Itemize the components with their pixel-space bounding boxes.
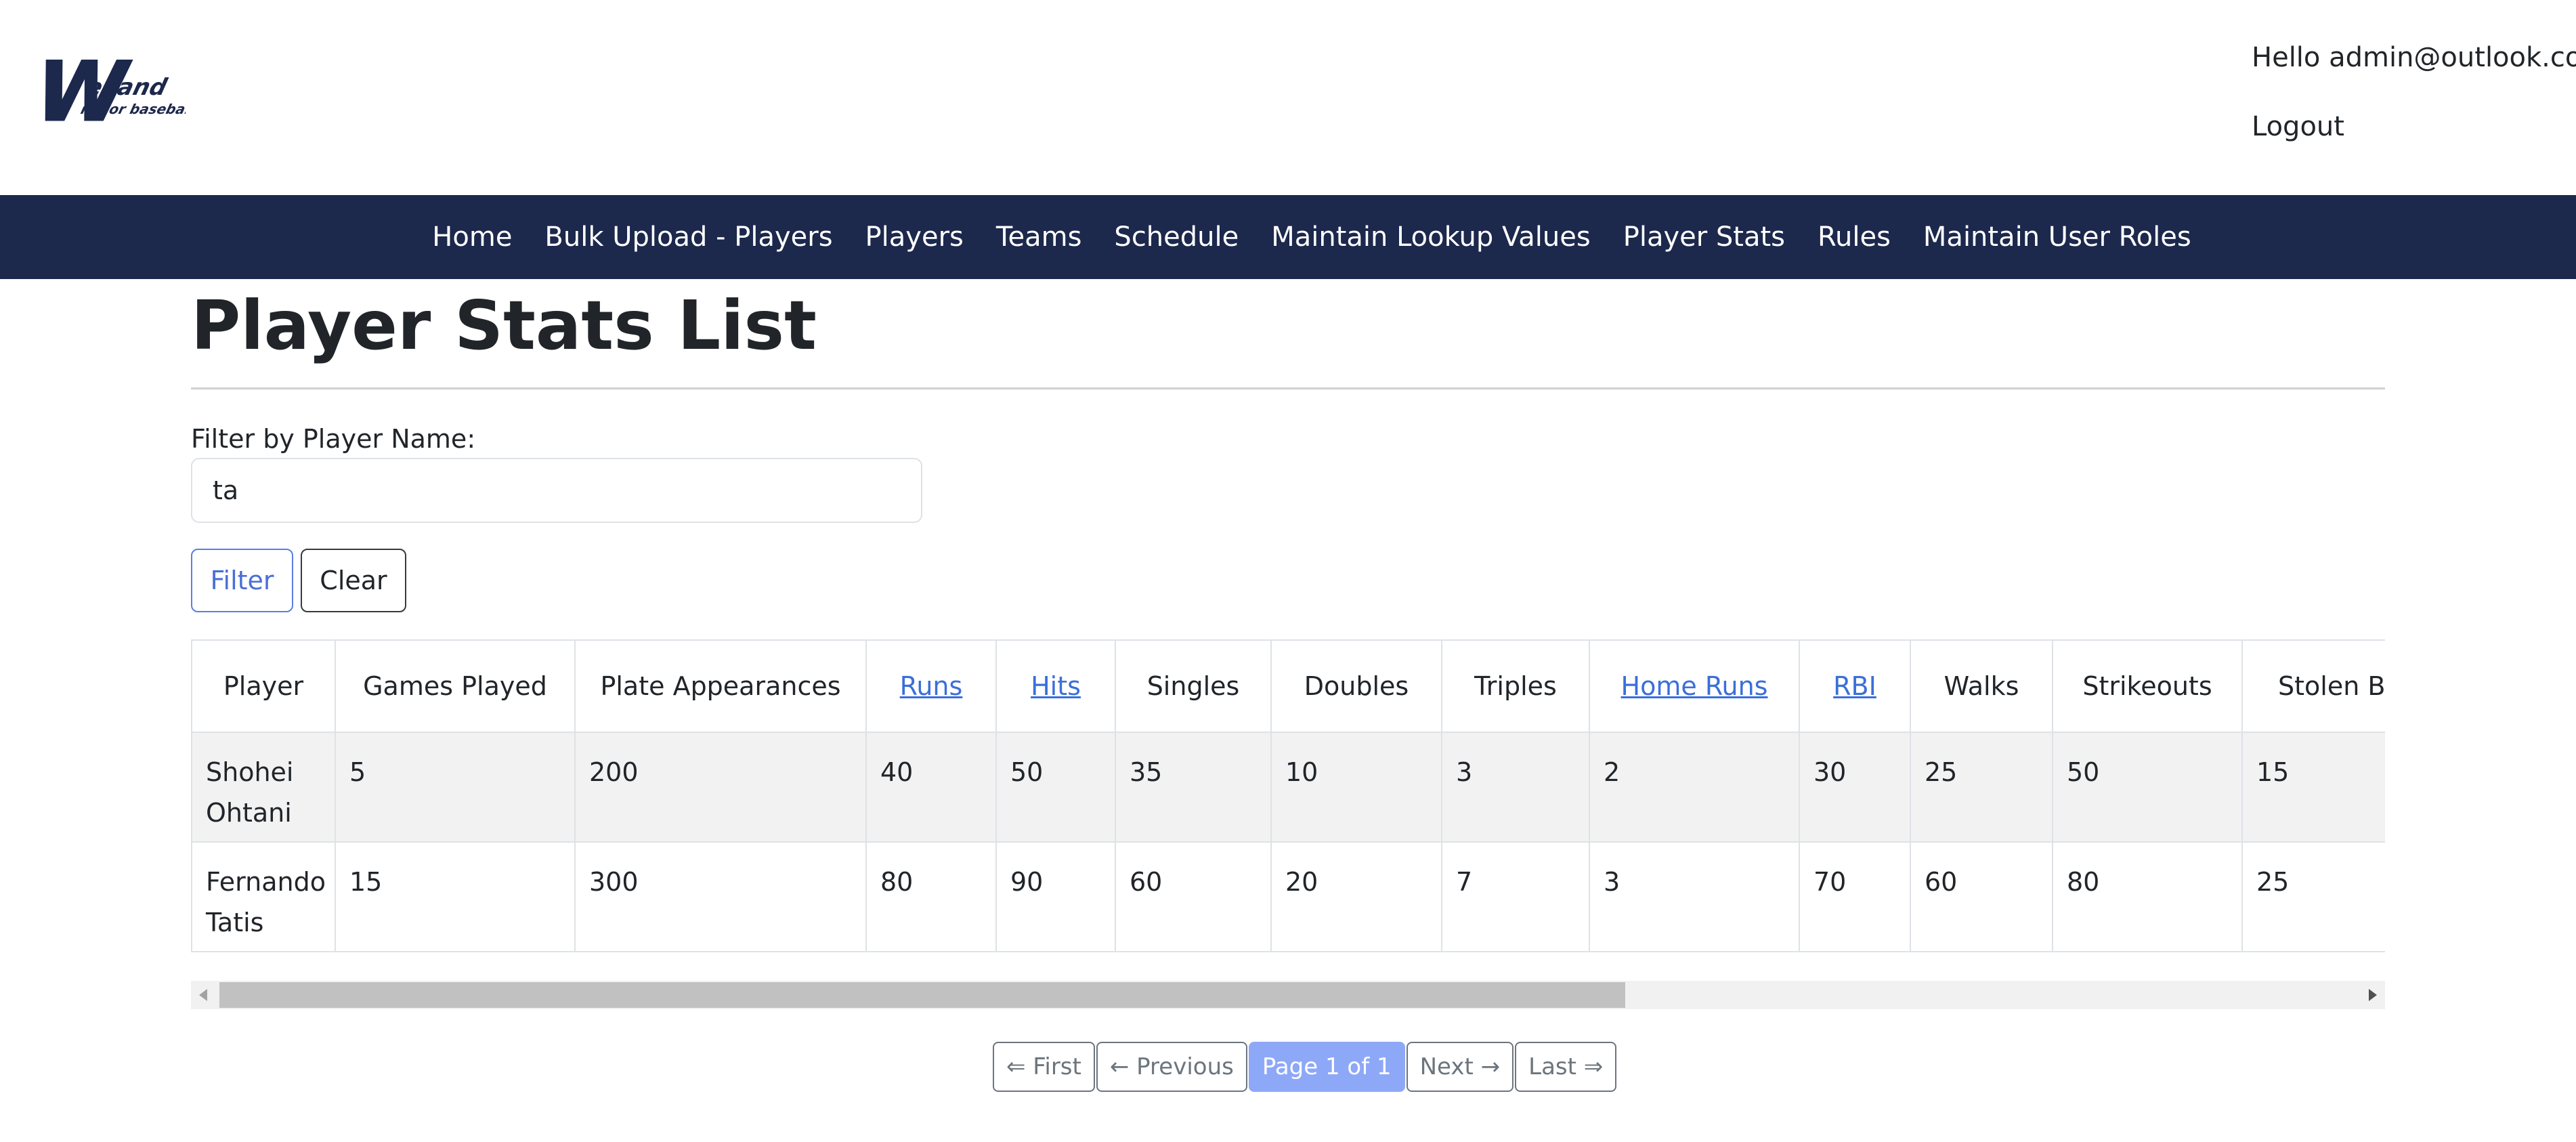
- cell-games-played: 5: [335, 732, 576, 843]
- scroll-left-arrow-icon[interactable]: [199, 989, 207, 1001]
- cell-strikeouts: 50: [2052, 732, 2243, 843]
- column-header-doubles: Doubles: [1270, 639, 1442, 733]
- user-greeting: Hello admin@outlook.com!: [2252, 42, 2576, 73]
- cell-triples: 3: [1441, 732, 1590, 843]
- stats-table-container: Player Games Played Plate Appearances Ru…: [191, 639, 2385, 952]
- player-name-filter-input[interactable]: [191, 458, 922, 523]
- cell-rbi: 30: [1799, 732, 1911, 843]
- column-header-plate-appearances: Plate Appearances: [574, 639, 867, 733]
- cell-home-runs: 2: [1589, 732, 1800, 843]
- next-page-button[interactable]: Next →: [1406, 1042, 1514, 1092]
- nav-list: Home Bulk Upload - Players Players Teams…: [0, 195, 2576, 279]
- cell-hits: 90: [995, 841, 1116, 952]
- cell-runs: 40: [865, 732, 997, 843]
- column-header-home-runs: Home Runs: [1589, 639, 1800, 733]
- cell-walks: 25: [1910, 732, 2053, 843]
- column-header-hits: Hits: [995, 639, 1116, 733]
- cell-plate-appearances: 200: [574, 732, 867, 843]
- clear-button[interactable]: Clear: [301, 549, 406, 612]
- cell-hits: 50: [995, 732, 1116, 843]
- cell-player: Fernando Tatis: [191, 841, 336, 952]
- sort-link-hits[interactable]: Hits: [1031, 671, 1081, 701]
- table-row: Fernando Tatis 15 300 80 90 60 20 7 3 70…: [191, 841, 2385, 952]
- table-header-row: Player Games Played Plate Appearances Ru…: [191, 639, 2385, 733]
- cell-walks: 60: [1910, 841, 2053, 952]
- page-title: Player Stats List: [191, 286, 817, 365]
- cell-player: Shohei Ohtani: [191, 732, 336, 843]
- svg-text:elland: elland: [83, 74, 170, 100]
- cell-triples: 7: [1441, 841, 1590, 952]
- nav-item-bulk-upload-players[interactable]: Bulk Upload - Players: [544, 221, 832, 253]
- cell-stolen-bases: 25: [2241, 841, 2385, 952]
- sort-link-home-runs[interactable]: Home Runs: [1621, 671, 1768, 701]
- title-divider: [191, 387, 2385, 389]
- table-row: Shohei Ohtani 5 200 40 50 35 10 3 2 30 2…: [191, 732, 2385, 843]
- cell-rbi: 70: [1799, 841, 1911, 952]
- scrollbar-thumb[interactable]: [219, 982, 1625, 1008]
- previous-page-button[interactable]: ← Previous: [1096, 1042, 1247, 1092]
- nav-item-players[interactable]: Players: [865, 221, 964, 253]
- scroll-right-arrow-icon[interactable]: [2369, 989, 2377, 1001]
- welland-logo[interactable]: W elland minor baseball: [16, 49, 186, 137]
- column-header-walks: Walks: [1910, 639, 2053, 733]
- nav-item-maintain-lookup-values[interactable]: Maintain Lookup Values: [1271, 221, 1590, 253]
- sort-link-runs[interactable]: Runs: [900, 671, 963, 701]
- cell-strikeouts: 80: [2052, 841, 2243, 952]
- cell-singles: 35: [1115, 732, 1272, 843]
- nav-item-schedule[interactable]: Schedule: [1114, 221, 1239, 253]
- player-stats-table: Player Games Played Plate Appearances Ru…: [191, 639, 2385, 952]
- pagination: ⇐ First ← Previous Page 1 of 1 Next → La…: [993, 1042, 1618, 1092]
- sort-link-rbi[interactable]: RBI: [1833, 671, 1876, 701]
- current-page-indicator: Page 1 of 1: [1248, 1042, 1405, 1092]
- horizontal-scrollbar[interactable]: [191, 981, 2385, 1009]
- cell-home-runs: 3: [1589, 841, 1800, 952]
- filter-button[interactable]: Filter: [191, 549, 293, 612]
- column-header-strikeouts: Strikeouts: [2052, 639, 2243, 733]
- logout-link[interactable]: Logout: [2252, 111, 2344, 142]
- cell-games-played: 15: [335, 841, 576, 952]
- first-page-button[interactable]: ⇐ First: [993, 1042, 1095, 1092]
- filter-label: Filter by Player Name:: [191, 424, 476, 454]
- cell-doubles: 20: [1270, 841, 1442, 952]
- cell-stolen-bases: 15: [2241, 732, 2385, 843]
- column-header-stolen-bases: Stolen Bases: [2241, 639, 2385, 733]
- nav-item-player-stats[interactable]: Player Stats: [1623, 221, 1785, 253]
- cell-runs: 80: [865, 841, 997, 952]
- nav-item-teams[interactable]: Teams: [996, 221, 1082, 253]
- column-header-games-played: Games Played: [335, 639, 576, 733]
- cell-doubles: 10: [1270, 732, 1442, 843]
- nav-item-maintain-user-roles[interactable]: Maintain User Roles: [1923, 221, 2191, 253]
- main-navbar: Home Bulk Upload - Players Players Teams…: [0, 195, 2576, 279]
- svg-text:minor baseball: minor baseball: [79, 101, 186, 117]
- column-header-runs: Runs: [865, 639, 997, 733]
- cell-plate-appearances: 300: [574, 841, 867, 952]
- column-header-player: Player: [191, 639, 336, 733]
- column-header-singles: Singles: [1115, 639, 1272, 733]
- page-header: W elland minor baseball Hello admin@outl…: [0, 0, 2576, 195]
- last-page-button[interactable]: Last ⇒: [1515, 1042, 1617, 1092]
- cell-singles: 60: [1115, 841, 1272, 952]
- column-header-rbi: RBI: [1799, 639, 1911, 733]
- nav-item-home[interactable]: Home: [432, 221, 512, 253]
- nav-item-rules[interactable]: Rules: [1818, 221, 1891, 253]
- column-header-triples: Triples: [1441, 639, 1590, 733]
